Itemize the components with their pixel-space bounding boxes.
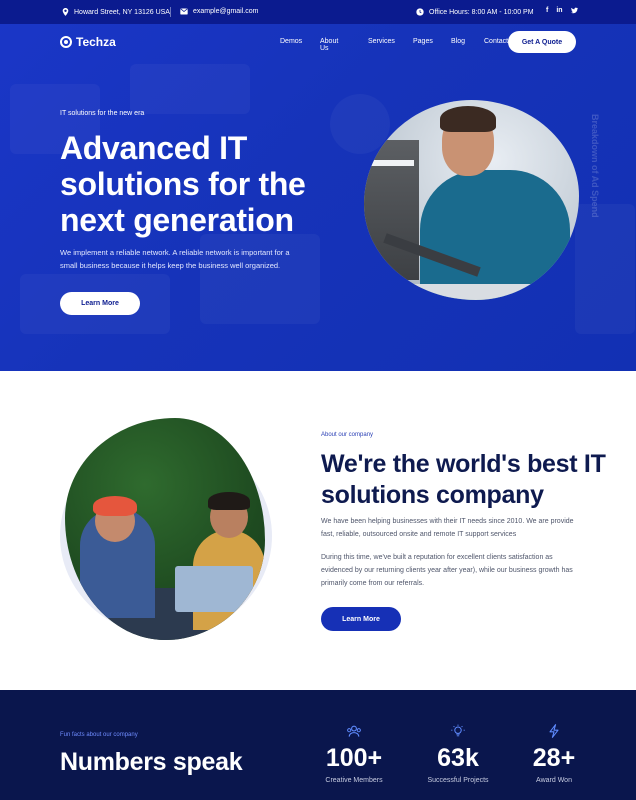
hero-background-text: Breakdown of Ad Spend [590, 114, 600, 218]
get-a-quote-button[interactable]: Get A Quote [508, 31, 576, 53]
facebook-icon[interactable]: f [546, 7, 548, 16]
photo-person-body [420, 170, 570, 300]
mail-icon [180, 8, 188, 15]
hero-bg-card [575, 204, 635, 334]
stats-title: Numbers speak [60, 748, 243, 776]
about-title: We're the world's best IT solutions comp… [321, 450, 606, 509]
email-text[interactable]: example@gmail.com [193, 8, 258, 15]
bulb-icon [451, 724, 465, 737]
stat-successful-projects: 63k Successful Projects [418, 724, 498, 784]
nav-item-about-us[interactable]: About Us [320, 38, 338, 52]
photo-person-hair [440, 106, 496, 132]
bolt-icon [549, 724, 559, 738]
location-icon [62, 8, 69, 16]
main-nav: Techza Demos About Us Services Pages Blo… [0, 24, 636, 60]
stats-section: Fun facts about our company Numbers spea… [0, 690, 636, 800]
nav-item-demos[interactable]: Demos [280, 38, 302, 45]
stat-number: 63k [437, 744, 479, 772]
photo-shelf-board [370, 160, 414, 166]
photo-person-2-hair [208, 492, 250, 510]
stats-eyebrow: Fun facts about our company [60, 732, 138, 738]
stat-award-won: 28+ Award Won [514, 724, 594, 784]
email-item[interactable]: example@gmail.com [180, 8, 258, 15]
hero-bg-card [130, 64, 250, 114]
about-paragraph-2: During this time, we've built a reputati… [321, 554, 573, 587]
photo-laptop [175, 566, 253, 612]
hero-photo [364, 100, 579, 300]
linkedin-icon[interactable]: in [556, 7, 562, 16]
address-text: Howard Street, NY 13126 USA [74, 8, 170, 16]
clock-icon [416, 8, 424, 16]
hero-section: Techza Demos About Us Services Pages Blo… [0, 24, 636, 371]
photo-desk [364, 284, 579, 300]
stat-creative-members: 100+ Creative Members [314, 724, 394, 784]
stat-label: Successful Projects [427, 777, 489, 784]
nav-item-blog[interactable]: Blog [451, 38, 465, 45]
logo[interactable]: Techza [60, 35, 116, 49]
stat-label: Award Won [536, 777, 572, 784]
stat-number: 28+ [532, 744, 576, 772]
hours-text: Office Hours: 8:00 AM - 10:00 PM [429, 8, 534, 16]
nav-item-services[interactable]: Services [368, 38, 395, 45]
logo-icon [60, 36, 72, 48]
logo-text: Techza [76, 35, 116, 49]
stat-number: 100+ [325, 744, 383, 772]
stat-label: Creative Members [325, 777, 383, 784]
photo-person-1-hair [93, 496, 137, 516]
hero-description: We implement a reliable network. A relia… [60, 248, 290, 270]
about-eyebrow: About our company [321, 432, 374, 438]
hero-title: Advanced IT solutions for the next gener… [60, 130, 306, 238]
hero-eyebrow: IT solutions for the new era [60, 110, 145, 117]
top-bar: Howard Street, NY 13126 USA example@gmai… [0, 0, 636, 24]
about-paragraph-1: We have been helping businesses with the… [321, 518, 574, 538]
team-icon [347, 725, 361, 737]
address-item: Howard Street, NY 13126 USA [62, 8, 170, 16]
hours-item: Office Hours: 8:00 AM - 10:00 PM [416, 8, 534, 16]
hero-learn-more-button[interactable]: Learn More [60, 292, 140, 315]
nav-item-contact[interactable]: Contact [484, 38, 508, 45]
twitter-icon[interactable] [570, 7, 578, 16]
social-links: f in [546, 7, 578, 16]
about-learn-more-button[interactable]: Learn More [321, 607, 401, 631]
topbar-divider [170, 7, 171, 17]
about-photo [65, 418, 265, 640]
nav-item-pages[interactable]: Pages [413, 38, 433, 45]
